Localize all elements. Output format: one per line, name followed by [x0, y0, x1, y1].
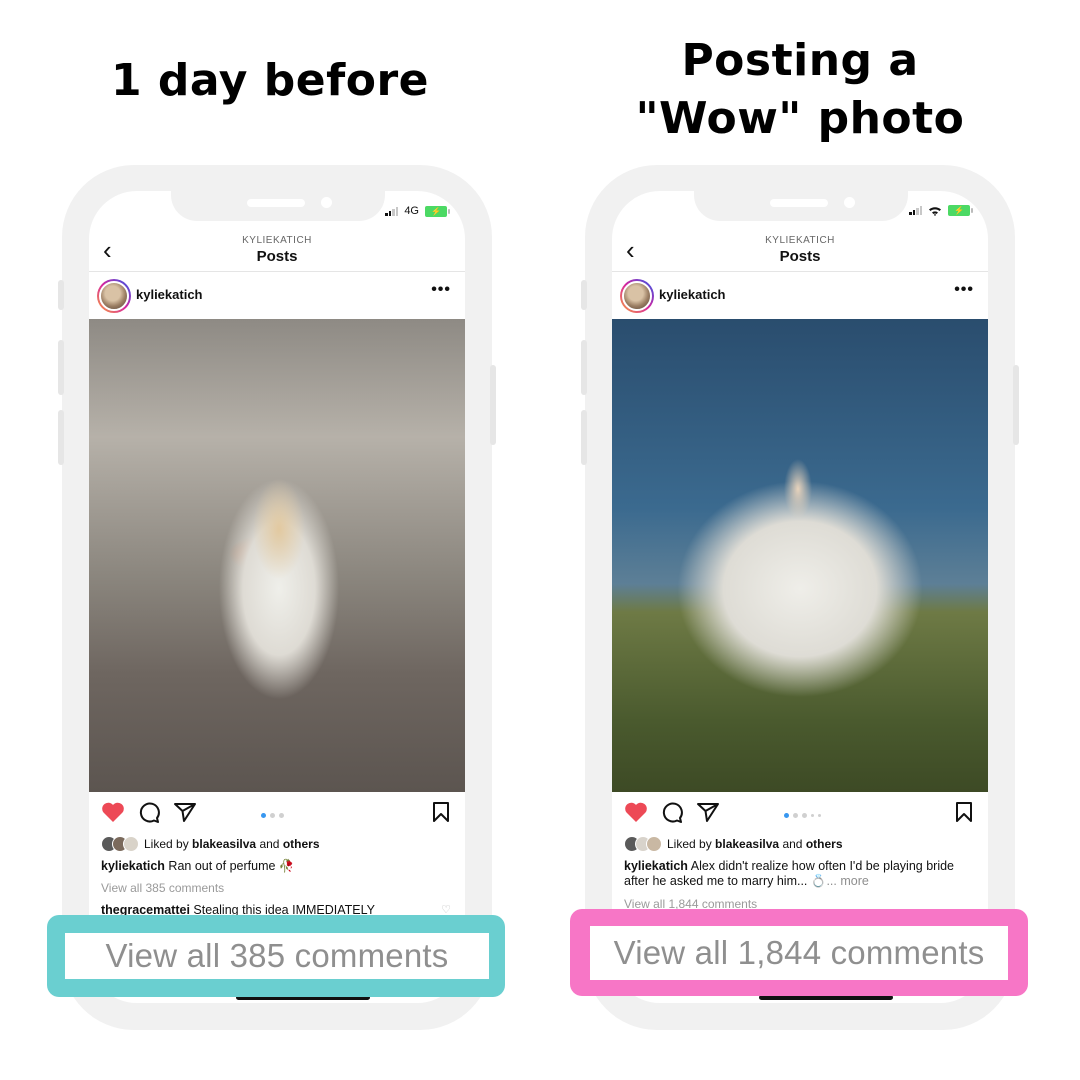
phone-mockup-before: 4G ⚡ ‹ KYLIEKATICH Posts kyliekatich •••: [58, 165, 496, 1030]
post-username[interactable]: kyliekatich: [659, 287, 726, 302]
comment-icon[interactable]: [660, 801, 684, 823]
nav-subtitle: KYLIEKATICH: [765, 235, 835, 246]
volume-down-button: [581, 410, 587, 465]
heading-after: Posting a "Wow" photo: [590, 32, 1010, 148]
share-icon[interactable]: [173, 801, 197, 823]
wifi-icon: [929, 206, 941, 216]
caption-username[interactable]: kyliekatich: [624, 859, 688, 873]
more-options-icon[interactable]: •••: [954, 281, 974, 299]
mute-switch: [58, 280, 64, 310]
liked-by-row: Liked by blakeasilva and others: [101, 836, 320, 852]
heart-liked-icon[interactable]: [624, 801, 648, 823]
carousel-dot: [818, 814, 821, 817]
caption-username[interactable]: kyliekatich: [101, 859, 165, 873]
post-photo[interactable]: [612, 319, 988, 792]
post-photo[interactable]: [89, 319, 465, 792]
bookmark-icon[interactable]: [954, 801, 974, 823]
signal-icon: [909, 206, 922, 215]
bookmark-icon[interactable]: [431, 801, 451, 823]
post-actions: [612, 799, 988, 829]
front-camera: [844, 197, 855, 208]
heading-after-line1: Posting a: [681, 35, 919, 86]
liked-by-row: Liked by blakeasilva and others: [624, 836, 843, 852]
more-options-icon[interactable]: •••: [431, 281, 451, 299]
callout-comments-after-text: View all 1,844 comments: [590, 925, 1008, 980]
instagram-screen: ⚡ ‹ KYLIEKATICH Posts kyliekatich ••• Li: [612, 191, 988, 1003]
nav-title: Posts: [779, 248, 821, 265]
speaker: [770, 199, 828, 207]
notch: [694, 191, 908, 221]
speaker: [247, 199, 305, 207]
carousel-dot: [270, 813, 275, 818]
heading-after-line2: "Wow" photo: [635, 93, 965, 144]
caption-more-link[interactable]: ... more: [826, 874, 868, 888]
mute-switch: [581, 280, 587, 310]
battery-charging-icon: ⚡: [425, 205, 450, 217]
carousel-dot: [793, 813, 798, 818]
carousel-indicator: [261, 813, 284, 818]
heart-liked-icon[interactable]: [101, 801, 125, 823]
volume-down-button: [58, 410, 64, 465]
callout-comments-before: View all 385 comments: [47, 915, 505, 997]
status-bar: ⚡: [909, 205, 973, 216]
avatar[interactable]: [620, 279, 654, 313]
carousel-dot: [784, 813, 789, 818]
post-header: kyliekatich •••: [89, 275, 465, 319]
post-actions: [89, 799, 465, 829]
network-label: 4G: [404, 205, 419, 217]
carousel-indicator: [784, 813, 821, 818]
instagram-screen: 4G ⚡ ‹ KYLIEKATICH Posts kyliekatich •••: [89, 191, 465, 1003]
avatar[interactable]: [97, 279, 131, 313]
volume-up-button: [581, 340, 587, 395]
liker-avatar: [123, 836, 139, 852]
power-button: [490, 365, 496, 445]
nav-title: Posts: [256, 248, 298, 265]
post-caption: kyliekatich Alex didn't realize how ofte…: [624, 859, 974, 889]
front-camera: [321, 197, 332, 208]
carousel-dot: [811, 814, 814, 817]
post-username[interactable]: kyliekatich: [136, 287, 203, 302]
signal-icon: [385, 206, 399, 216]
nav-header: ‹ KYLIEKATICH Posts: [612, 231, 988, 272]
nav-subtitle: KYLIEKATICH: [242, 235, 312, 246]
carousel-dot: [279, 813, 284, 818]
nav-header: ‹ KYLIEKATICH Posts: [89, 231, 465, 272]
heading-before: 1 day before: [110, 55, 430, 106]
share-icon[interactable]: [696, 801, 720, 823]
view-all-comments-link[interactable]: View all 385 comments: [101, 881, 224, 895]
liker-avatar: [646, 836, 662, 852]
notch: [171, 191, 385, 221]
post-header: kyliekatich •••: [612, 275, 988, 319]
power-button: [1013, 365, 1019, 445]
status-bar: 4G ⚡: [385, 205, 450, 217]
post-caption: kyliekatich Ran out of perfume 🥀: [101, 859, 451, 874]
liked-by-text[interactable]: Liked by blakeasilva and others: [144, 837, 320, 851]
callout-comments-after: View all 1,844 comments: [570, 909, 1028, 996]
callout-comments-before-text: View all 385 comments: [65, 933, 489, 979]
comment-icon[interactable]: [137, 801, 161, 823]
battery-charging-icon: ⚡: [948, 205, 973, 216]
carousel-dot: [261, 813, 266, 818]
carousel-dot: [802, 813, 807, 818]
liked-by-text[interactable]: Liked by blakeasilva and others: [667, 837, 843, 851]
volume-up-button: [58, 340, 64, 395]
caption-text: Ran out of perfume 🥀: [168, 859, 295, 873]
phone-mockup-after: ⚡ ‹ KYLIEKATICH Posts kyliekatich ••• Li: [581, 165, 1019, 1030]
